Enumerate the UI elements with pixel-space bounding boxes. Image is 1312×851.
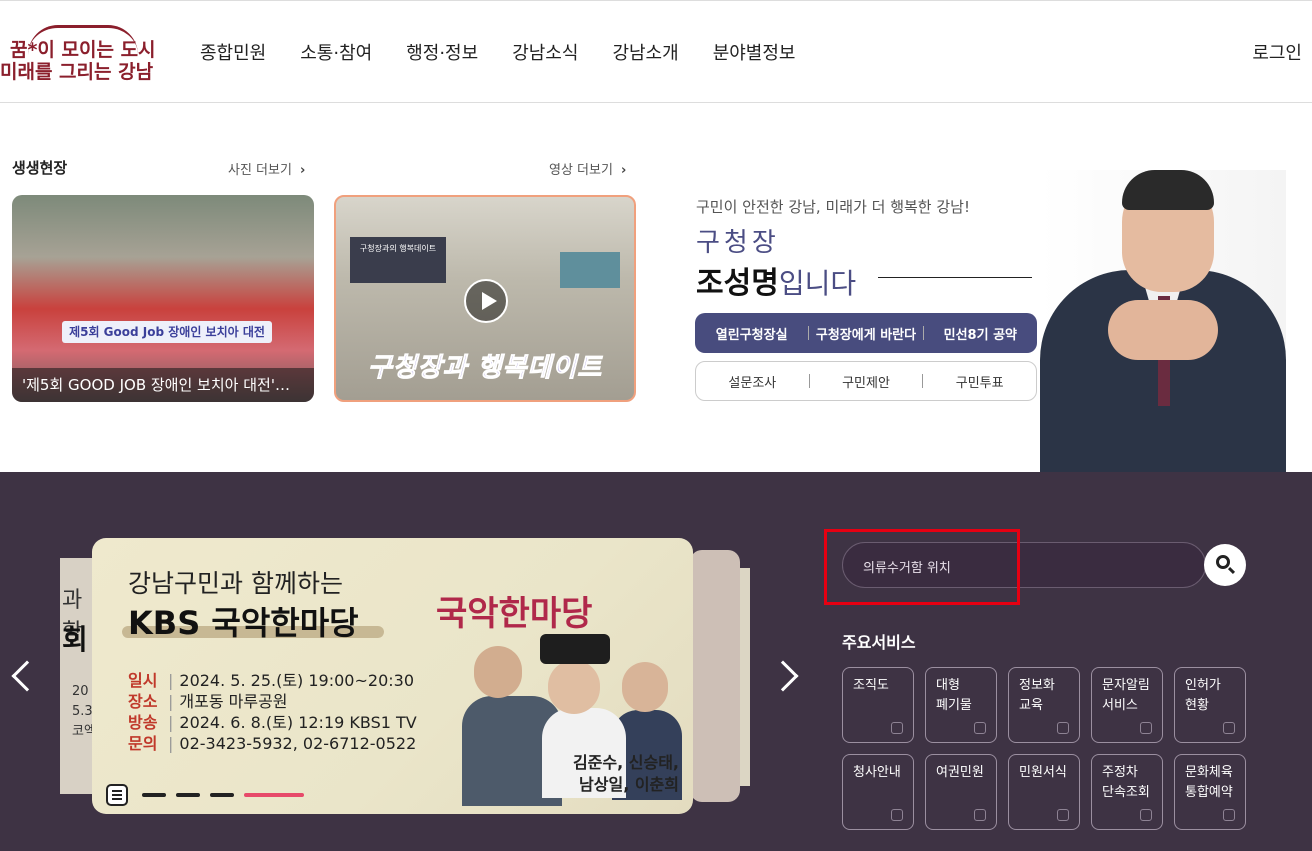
service-label: 대형 폐기물 bbox=[936, 678, 972, 713]
gugak-logo-text: 국악한마당 bbox=[436, 594, 593, 634]
service-label: 조직도 bbox=[853, 678, 889, 693]
citizen-vote-link[interactable]: 구민투표 bbox=[923, 372, 1036, 391]
service-label: 문화체육 통합예약 bbox=[1185, 765, 1233, 800]
slide-list-icon[interactable] bbox=[106, 784, 128, 806]
slide-title: KBS 국악한마당 bbox=[128, 604, 359, 642]
nav-item-communication[interactable]: 소통·참여 bbox=[300, 39, 372, 65]
person-icon bbox=[891, 722, 903, 734]
search-button[interactable] bbox=[1204, 544, 1246, 586]
search-icon bbox=[1216, 555, 1230, 569]
service-button[interactable]: 청사안내 bbox=[842, 754, 914, 830]
car-icon bbox=[1140, 809, 1152, 821]
folder-icon bbox=[974, 722, 986, 734]
service-label: 여권민원 bbox=[936, 765, 984, 780]
open-mayor-office-link[interactable]: 열린구청장실 bbox=[695, 324, 808, 343]
site-header: 꿈*이 모이는 도시 미래를 그리는 강남 종합민원 소통·참여 행정·정보 강… bbox=[0, 0, 1312, 103]
mayor-primary-links: 열린구청장실 구청장에게 바란다 민선8기 공약 bbox=[695, 313, 1037, 353]
slide-dot[interactable] bbox=[176, 793, 200, 797]
video-screen-text: 구청장과의 행복데이트 bbox=[350, 237, 446, 283]
service-button[interactable]: 민원서식 bbox=[1008, 754, 1080, 830]
flag-icon bbox=[891, 809, 903, 821]
service-button[interactable]: 여권민원 bbox=[925, 754, 997, 830]
back-slide-text: 회 bbox=[62, 623, 88, 656]
service-label: 인허가 현황 bbox=[1185, 678, 1221, 713]
service-label: 문자알림 서비스 bbox=[1102, 678, 1150, 713]
nav-item-civil-service[interactable]: 종합민원 bbox=[200, 39, 266, 65]
annotation-highlight-box bbox=[824, 529, 1020, 605]
video-title: 구청장과 행복데이트 bbox=[367, 353, 603, 384]
login-link[interactable]: 로그인 bbox=[1252, 39, 1302, 65]
request-to-mayor-link[interactable]: 구청장에게 바란다 bbox=[809, 324, 922, 343]
slide-info-row: 장소 | 개포동 마루공원 bbox=[128, 692, 288, 711]
mayor-name-text: 조성명 bbox=[696, 266, 779, 301]
chevron-right-icon: › bbox=[299, 163, 306, 178]
citizen-proposal-link[interactable]: 구민제안 bbox=[810, 372, 923, 391]
nav-item-about[interactable]: 강남소개 bbox=[612, 39, 678, 65]
news-section-title: 생생현장 bbox=[12, 159, 68, 177]
service-label: 정보화 교육 bbox=[1019, 678, 1055, 713]
chevron-right-icon: › bbox=[620, 163, 627, 178]
service-button[interactable]: 인허가 현황 bbox=[1174, 667, 1246, 743]
video-more-label: 영상 더보기 bbox=[549, 163, 613, 178]
service-label: 민원서식 bbox=[1019, 765, 1067, 780]
mayor-secondary-links: 설문조사 구민제안 구민투표 bbox=[695, 361, 1037, 401]
gangnam-logo[interactable]: 꿈*이 모이는 도시 미래를 그리는 강남 bbox=[0, 25, 160, 85]
globe-icon bbox=[1057, 722, 1069, 734]
mayor-photo bbox=[1040, 170, 1286, 472]
signal-icon bbox=[1223, 809, 1235, 821]
nav-item-fields[interactable]: 분야별정보 bbox=[713, 39, 796, 65]
mayor-name-suffix: 입니다 bbox=[778, 267, 857, 300]
mayor-name: 조성명입니다 bbox=[696, 258, 856, 302]
photo-more-label: 사진 더보기 bbox=[228, 163, 292, 178]
photo-news-card[interactable]: 제5회 Good Job 장애인 보치아 대전 '제5회 GOOD JOB 장애… bbox=[12, 195, 314, 402]
photo-event-banner: 제5회 Good Job 장애인 보치아 대전 bbox=[62, 321, 272, 343]
nav-item-administration[interactable]: 행정·정보 bbox=[406, 39, 478, 65]
document-icon bbox=[1140, 722, 1152, 734]
form-icon bbox=[1057, 809, 1069, 821]
chevron-left-icon[interactable] bbox=[11, 660, 43, 692]
passport-icon bbox=[974, 809, 986, 821]
banner-slide[interactable]: 강남구민과 함께하는 KBS 국악한마당 일시 | 2024. 5. 25.(토) … bbox=[92, 538, 693, 814]
nav-item-news[interactable]: 강남소식 bbox=[512, 39, 578, 65]
chevron-right-icon[interactable] bbox=[767, 660, 799, 692]
logo-line2: 미래를 그리는 강남 bbox=[0, 61, 154, 83]
slide-info: 일시 | 2024. 5. 25.(토) 19:00~20:30 장소 | 개포동 마루… bbox=[128, 670, 417, 754]
main-nav: 종합민원 소통·참여 행정·정보 강남소식 강남소개 분야별정보 bbox=[200, 39, 830, 65]
performer-names: 김준수, 신승태, 남상일, 이춘희 bbox=[572, 753, 679, 794]
slide-dot[interactable] bbox=[210, 793, 234, 797]
pledges-link[interactable]: 민선8기 공약 bbox=[924, 324, 1037, 343]
mayor-slogan: 구민이 안전한 강남, 미래가 더 행복한 강남! bbox=[696, 198, 970, 216]
divider bbox=[878, 277, 1032, 278]
slide-info-row: 방송 | 2024. 6. 8.(토) 12:19 KBS1 TV bbox=[128, 713, 417, 732]
slide-info-row: 문의 | 02-3423-5932, 02-6712-0522 bbox=[128, 734, 417, 753]
bottom-section: 과 함 회 20 5.3 코엑 강남구민과 함께하는 KBS 국악한마당 일시 |… bbox=[0, 472, 1312, 851]
service-button[interactable]: 조직도 bbox=[842, 667, 914, 743]
service-button[interactable]: 문화체육 통합예약 bbox=[1174, 754, 1246, 830]
photo-more-link[interactable]: 사진 더보기 › bbox=[228, 159, 305, 178]
slider-controls bbox=[106, 784, 314, 806]
slide-subtitle: 강남구민과 함께하는 bbox=[128, 569, 343, 598]
stamp-icon bbox=[1223, 722, 1235, 734]
survey-link[interactable]: 설문조사 bbox=[696, 372, 809, 391]
next-slide-preview[interactable] bbox=[690, 550, 740, 802]
video-wall-screen bbox=[560, 252, 620, 288]
service-label: 주정차 단속조회 bbox=[1102, 765, 1150, 800]
photo-caption: '제5회 GOOD JOB 장애인 보치아 대전'… bbox=[12, 368, 314, 402]
services-title: 주요서비스 bbox=[842, 633, 916, 652]
service-button[interactable]: 문자알림 서비스 bbox=[1091, 667, 1163, 743]
slide-info-row: 일시 | 2024. 5. 25.(토) 19:00~20:30 bbox=[128, 671, 414, 690]
service-label: 청사안내 bbox=[853, 765, 901, 780]
video-news-card[interactable]: 구청장과의 행복데이트 구청장과 행복데이트 bbox=[334, 195, 636, 402]
mayor-role: 구청장 bbox=[696, 228, 780, 258]
slide-dot-active[interactable] bbox=[244, 793, 304, 797]
slide-dot[interactable] bbox=[142, 793, 166, 797]
service-button[interactable]: 정보화 교육 bbox=[1008, 667, 1080, 743]
service-button[interactable]: 주정차 단속조회 bbox=[1091, 754, 1163, 830]
service-button[interactable]: 대형 폐기물 bbox=[925, 667, 997, 743]
play-icon[interactable] bbox=[464, 279, 508, 323]
video-more-link[interactable]: 영상 더보기 › bbox=[549, 159, 626, 178]
